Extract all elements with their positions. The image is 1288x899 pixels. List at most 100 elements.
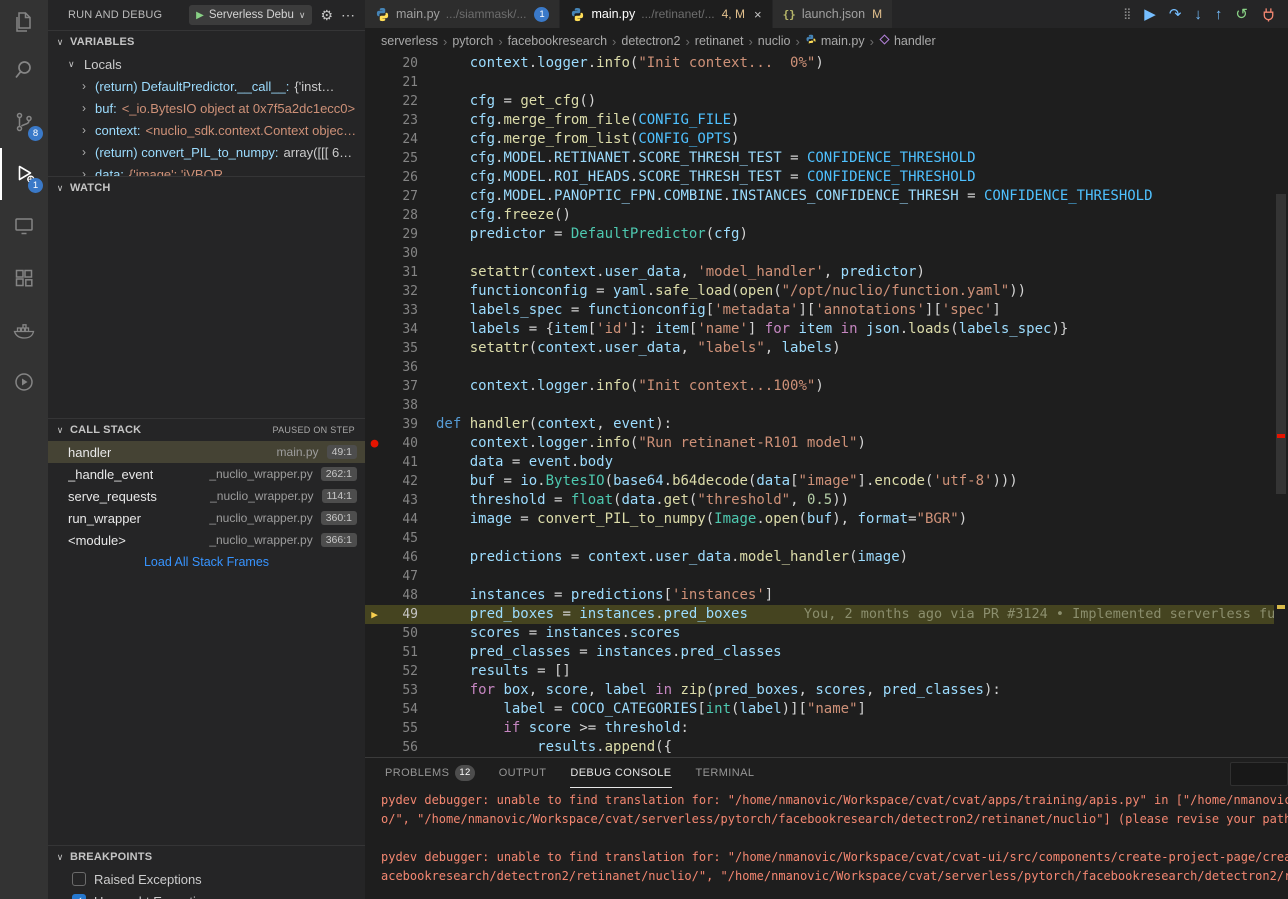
code-line-31[interactable]: 31 setattr(context.user_data, 'model_han… [365, 263, 1274, 282]
call-stack-section-header[interactable]: ∨ CALL STACK PAUSED ON STEP [48, 419, 365, 441]
code-line-27[interactable]: 27 cfg.MODEL.PANOPTIC_FPN.COMBINE.INSTAN… [365, 187, 1274, 206]
breakpoints-section-header[interactable]: ∨ BREAKPOINTS [48, 846, 365, 868]
code-editor[interactable]: 20 context.logger.info("Init context... … [365, 54, 1288, 757]
code-line-42[interactable]: 42 buf = io.BytesIO(base64.b64decode(dat… [365, 472, 1274, 491]
variable-row[interactable]: ›(return) DefaultPredictor.__call__:{'in… [48, 75, 365, 97]
code-line-25[interactable]: 25 cfg.MODEL.RETINANET.SCORE_THRESH_TEST… [365, 149, 1274, 168]
checkbox[interactable]: ✓ [72, 894, 86, 899]
restart-icon[interactable]: ↺ [1235, 7, 1248, 22]
breadcrumb-item-pytorch[interactable]: pytorch [452, 34, 493, 48]
variable-row[interactable]: ›(return) convert_PIL_to_numpy:array([[[… [48, 141, 365, 163]
code-line-53[interactable]: 53 for box, score, label in zip(pred_box… [365, 681, 1274, 700]
variable-row[interactable]: ›buf:<_io.BytesIO object at 0x7f5a2dc1ec… [48, 97, 365, 119]
breadcrumb-item-nuclio[interactable]: nuclio [758, 34, 791, 48]
debug-console-output[interactable]: pydev debugger: unable to find translati… [365, 788, 1288, 899]
code-line-33[interactable]: 33 labels_spec = functionconfig['metadat… [365, 301, 1274, 320]
code-line-30[interactable]: 30 [365, 244, 1274, 263]
code-line-34[interactable]: 34 labels = {item['id']: item['name'] fo… [365, 320, 1274, 339]
launch-config-dropdown[interactable]: ▶ Serverless Debu ∨ [189, 5, 312, 25]
code-line-56[interactable]: 56 results.append({ [365, 738, 1274, 757]
code-line-54[interactable]: 54 label = COCO_CATEGORIES[int(label)]["… [365, 700, 1274, 719]
step-into-icon[interactable]: ↓ [1194, 7, 1202, 22]
code-line-21[interactable]: 21 [365, 73, 1274, 92]
code-text: buf = io.BytesIO(base64.b64decode(data["… [431, 472, 1018, 491]
code-line-20[interactable]: 20 context.logger.info("Init context... … [365, 54, 1274, 73]
code-line-43[interactable]: 43 threshold = float(data.get("threshold… [365, 491, 1274, 510]
watch-section-header[interactable]: ∨ WATCH [48, 177, 365, 199]
stack-frame[interactable]: serve_requests_nuclio_wrapper.py114:1 [48, 485, 365, 507]
code-line-41[interactable]: 41 data = event.body [365, 453, 1274, 472]
code-line-26[interactable]: 26 cfg.MODEL.ROI_HEADS.SCORE_THRESH_TEST… [365, 168, 1274, 187]
breadcrumb-item-handler[interactable]: handler [879, 34, 936, 48]
variable-row[interactable]: ›context:<nuclio_sdk.context.Context obj… [48, 119, 365, 141]
code-line-38[interactable]: 38 [365, 396, 1274, 415]
step-out-icon[interactable]: ↑ [1215, 7, 1223, 22]
code-line-36[interactable]: 36 [365, 358, 1274, 377]
breakpoint-row[interactable]: ✓Uncaught Exceptions [48, 890, 365, 899]
code-token: . [588, 55, 596, 71]
scrollbar[interactable] [1274, 54, 1288, 757]
code-line-40[interactable]: ●40 context.logger.info("Run retinanet-R… [365, 434, 1274, 453]
breakpoint-icon[interactable]: ● [365, 434, 384, 453]
panel-tab-output[interactable]: OUTPUT [499, 758, 547, 788]
code-line-45[interactable]: 45 [365, 529, 1274, 548]
panel-tab-problems[interactable]: PROBLEMS12 [385, 758, 475, 788]
tab-main-py-0[interactable]: main.py.../siammask/...1 [365, 0, 560, 28]
breadcrumb-item-retinanet[interactable]: retinanet [695, 34, 744, 48]
breadcrumb-item-detectron2[interactable]: detectron2 [621, 34, 680, 48]
activity-item-remote-explorer[interactable] [0, 200, 48, 252]
breadcrumb-item-facebookresearch[interactable]: facebookresearch [508, 34, 607, 48]
checkbox[interactable] [72, 872, 86, 886]
code-line-50[interactable]: 50 scores = instances.scores [365, 624, 1274, 643]
load-all-stack-frames-link[interactable]: Load All Stack Frames [48, 551, 365, 573]
scrollbar-thumb[interactable] [1276, 194, 1286, 494]
code-line-39[interactable]: 39def handler(context, event): [365, 415, 1274, 434]
disconnect-icon[interactable] [1261, 7, 1276, 22]
panel-tab-debug-console[interactable]: DEBUG CONSOLE [570, 758, 671, 788]
code-line-24[interactable]: 24 cfg.merge_from_list(CONFIG_OPTS) [365, 130, 1274, 149]
code-line-52[interactable]: 52 results = [] [365, 662, 1274, 681]
gear-icon[interactable]: ⚙ [320, 7, 333, 24]
code-line-55[interactable]: 55 if score >= threshold: [365, 719, 1274, 738]
start-debugging-icon[interactable]: ▶ [196, 10, 204, 21]
activity-item-explorer[interactable] [0, 0, 48, 44]
code-line-44[interactable]: 44 image = convert_PIL_to_numpy(Image.op… [365, 510, 1274, 529]
step-over-icon[interactable]: ↷ [1169, 7, 1182, 22]
code-line-46[interactable]: 46 predictions = context.user_data.model… [365, 548, 1274, 567]
code-line-37[interactable]: 37 context.logger.info("Init context...1… [365, 377, 1274, 396]
console-filter-input[interactable] [1230, 762, 1288, 786]
code-line-32[interactable]: 32 functionconfig = yaml.safe_load(open(… [365, 282, 1274, 301]
panel-tab-terminal[interactable]: TERMINAL [696, 758, 755, 788]
stack-frame[interactable]: <module>_nuclio_wrapper.py366:1 [48, 529, 365, 551]
code-line-23[interactable]: 23 cfg.merge_from_file(CONFIG_FILE) [365, 111, 1274, 130]
variables-scope-locals[interactable]: ∨ Locals [48, 53, 365, 75]
code-line-48[interactable]: 48 instances = predictions['instances'] [365, 586, 1274, 605]
activity-item-test-explorer[interactable] [0, 356, 48, 408]
activity-item-docker[interactable] [0, 304, 48, 356]
breadcrumb-item-serverless[interactable]: serverless [381, 34, 438, 48]
close-icon[interactable]: × [754, 7, 762, 22]
tab-main-py-1[interactable]: main.py.../retinanet/...4, M× [560, 0, 772, 28]
code-line-35[interactable]: 35 setattr(context.user_data, "labels", … [365, 339, 1274, 358]
activity-item-source-control[interactable]: 8 [0, 96, 48, 148]
activity-item-extensions[interactable] [0, 252, 48, 304]
stack-frame[interactable]: _handle_event_nuclio_wrapper.py262:1 [48, 463, 365, 485]
breadcrumb-item-main-py[interactable]: main.py [805, 34, 865, 49]
stack-frame[interactable]: handlermain.py49:1 [48, 441, 365, 463]
variables-section-header[interactable]: ∨ VARIABLES [48, 31, 365, 53]
tab-launch-json-2[interactable]: {}launch.jsonM [773, 0, 894, 28]
activity-item-search[interactable] [0, 44, 48, 96]
variable-row[interactable]: ›data:{'image': 'iVBOR… [48, 163, 365, 176]
code-line-47[interactable]: 47 [365, 567, 1274, 586]
code-line-51[interactable]: 51 pred_classes = instances.pred_classes [365, 643, 1274, 662]
code-line-29[interactable]: 29 predictor = DefaultPredictor(cfg) [365, 225, 1274, 244]
code-line-49[interactable]: ▶49 pred_boxes = instances.pred_boxesYou… [365, 605, 1274, 624]
drag-handle-icon[interactable]: ⣿ [1123, 9, 1131, 20]
code-line-28[interactable]: 28 cfg.freeze() [365, 206, 1274, 225]
activity-item-run-debug[interactable]: 1 [0, 148, 48, 200]
code-line-22[interactable]: 22 cfg = get_cfg() [365, 92, 1274, 111]
breakpoint-row[interactable]: Raised Exceptions [48, 868, 365, 890]
stack-frame[interactable]: run_wrapper_nuclio_wrapper.py360:1 [48, 507, 365, 529]
more-actions-icon[interactable]: ⋯ [341, 7, 355, 24]
continue-icon[interactable]: ▶ [1144, 7, 1156, 22]
